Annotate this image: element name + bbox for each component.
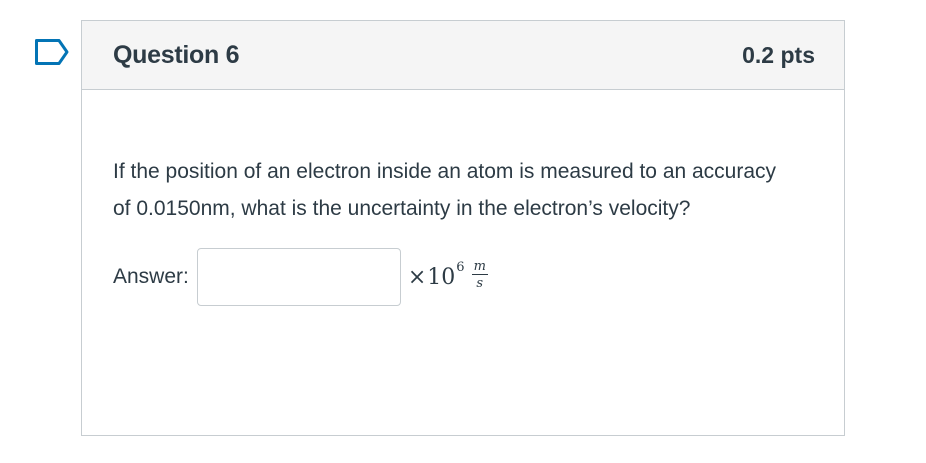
unit-exponent: 6: [456, 259, 465, 275]
answer-unit: × 10 6 m s: [407, 259, 488, 292]
question-text: If the position of an electron inside an…: [113, 160, 777, 220]
answer-input[interactable]: [196, 248, 401, 306]
unit-denominator: s: [476, 276, 484, 291]
answer-row: Answer: × 10 6 m s: [113, 248, 804, 306]
question-points: 0.2 pts: [742, 41, 815, 68]
unit-times-sign: ×: [407, 264, 427, 290]
question-header: Question 6 0.2 pts: [82, 21, 844, 90]
flag-question-icon[interactable]: [35, 39, 69, 65]
question-title: Question 6: [113, 40, 240, 69]
unit-base: 10: [427, 264, 456, 290]
question-card: Question 6 0.2 pts If the position of an…: [81, 20, 845, 436]
unit-fraction: m s: [471, 259, 488, 291]
unit-numerator: m: [471, 259, 488, 275]
answer-label: Answer:: [113, 265, 189, 288]
question-body: If the position of an electron inside an…: [82, 90, 844, 306]
